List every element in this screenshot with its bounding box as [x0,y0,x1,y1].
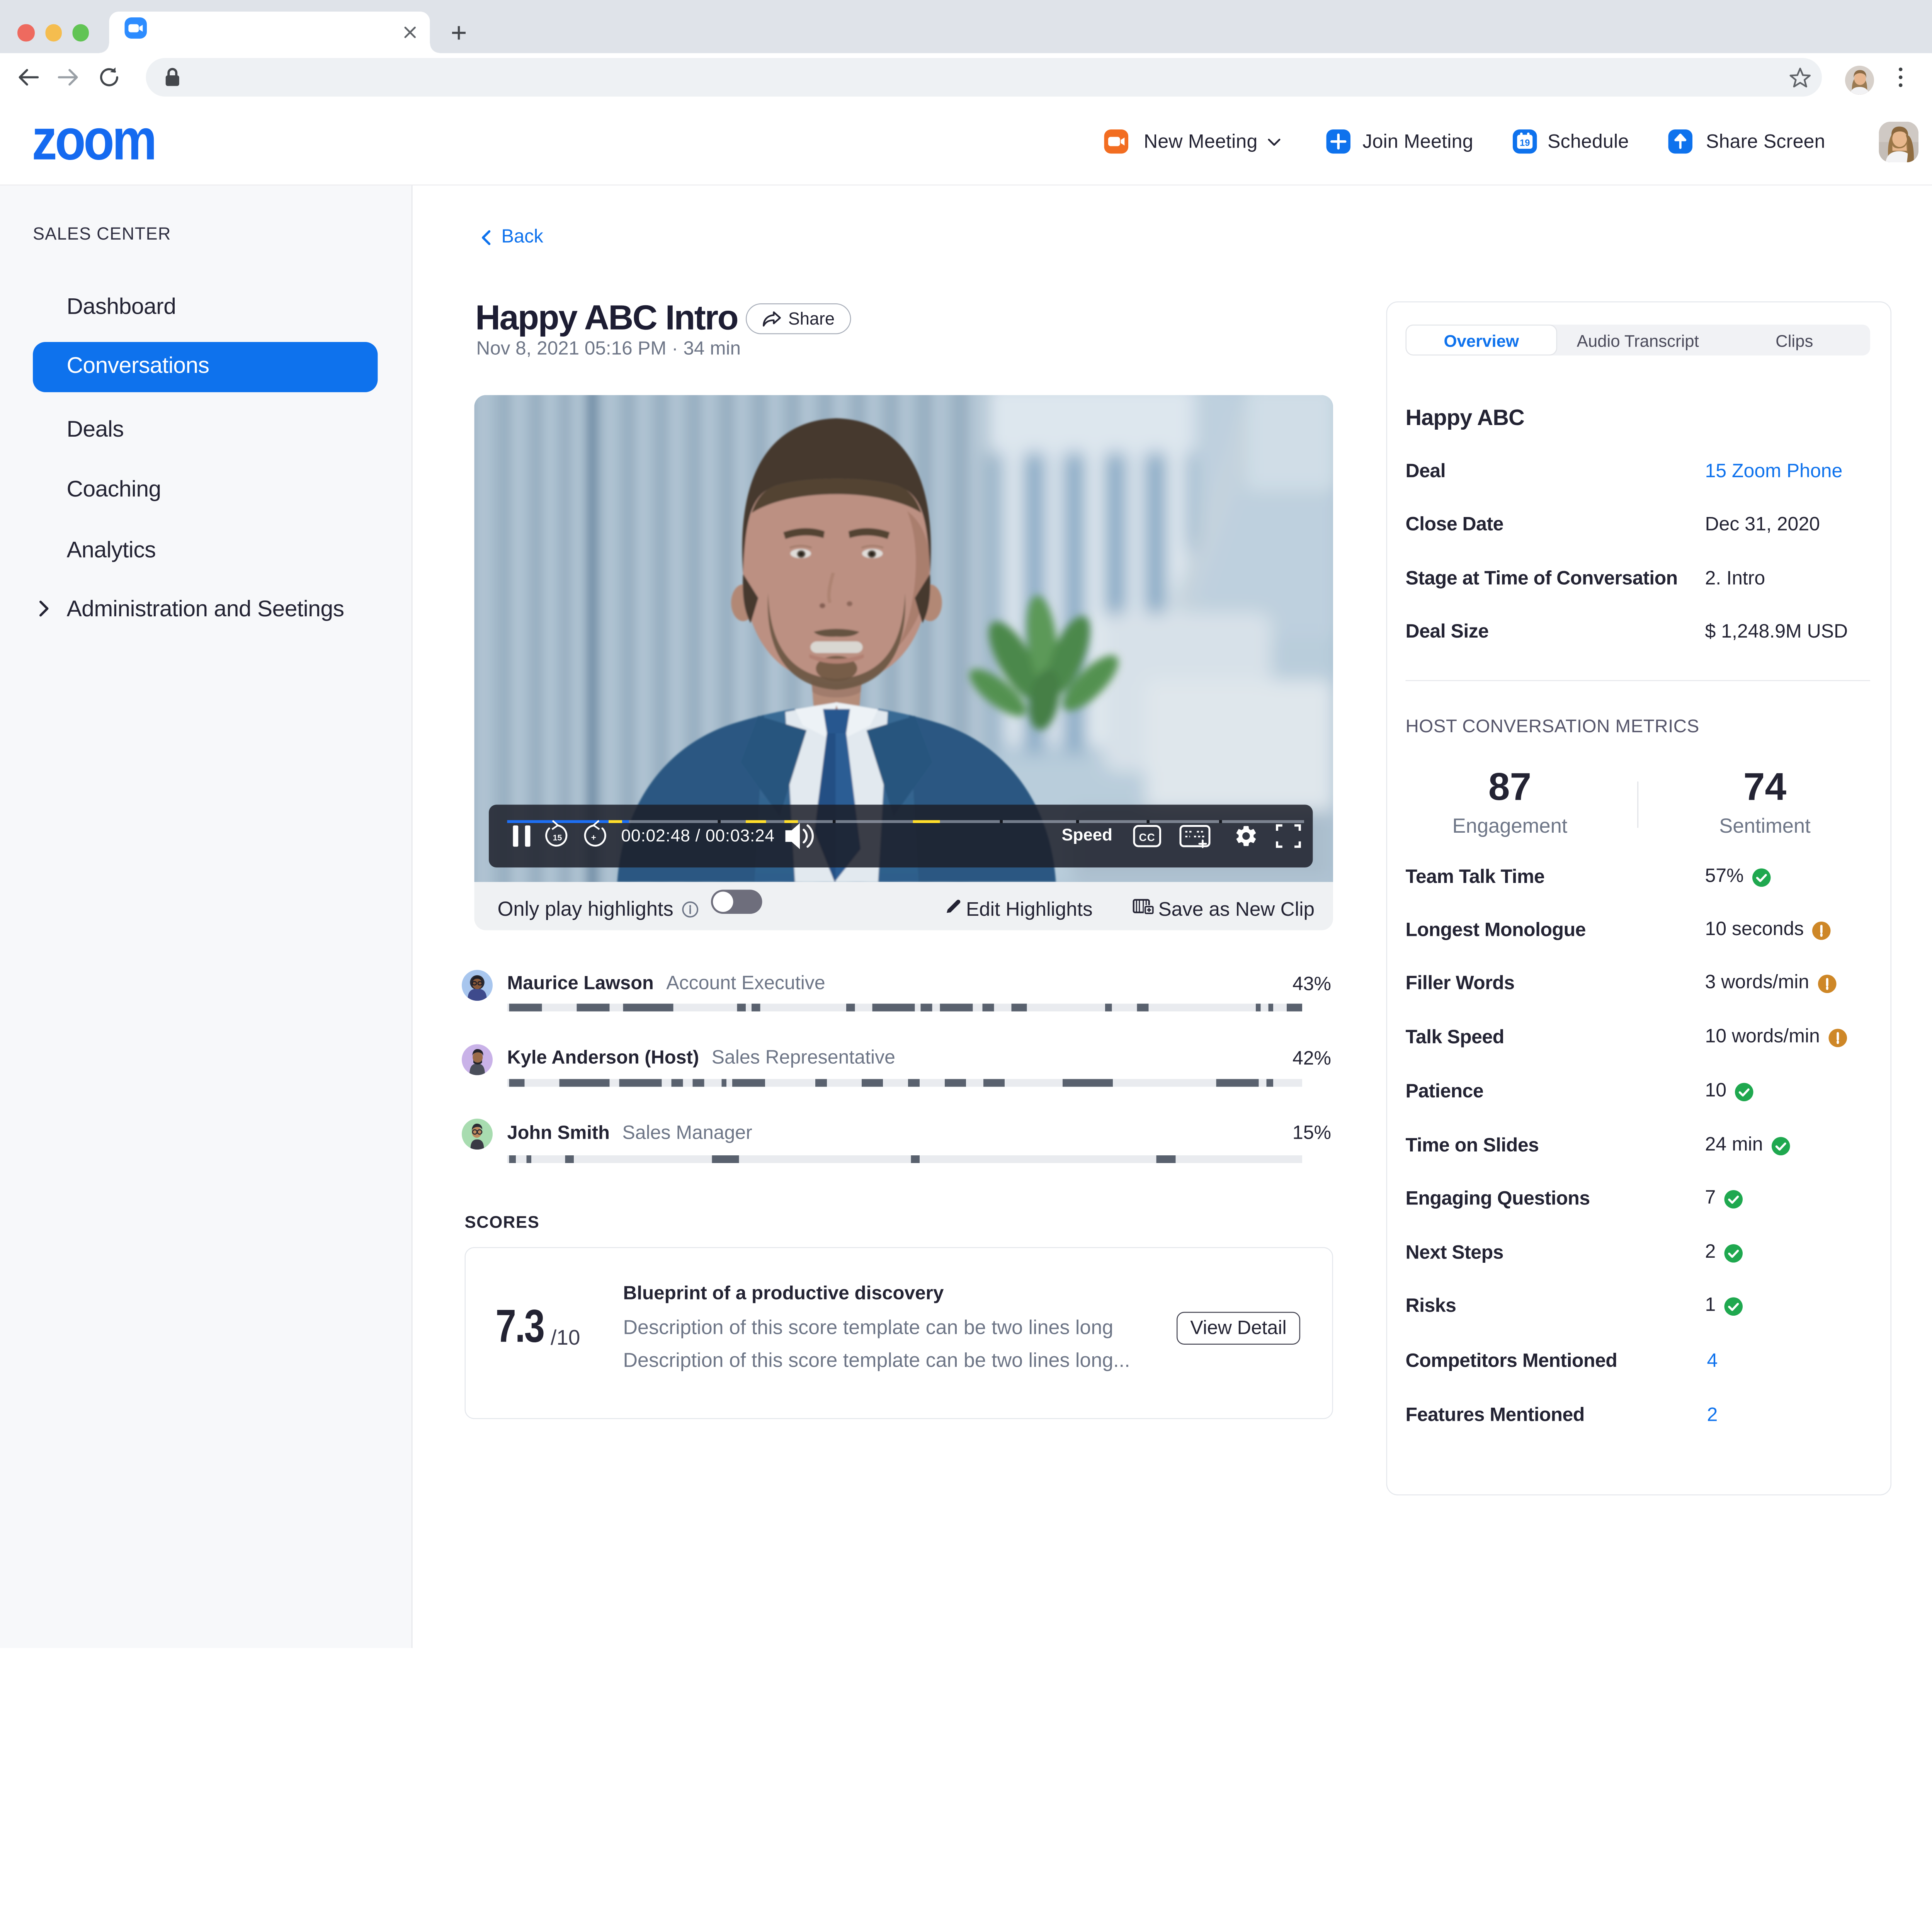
svg-text:19: 19 [1519,137,1529,148]
svg-text:+: + [591,833,596,842]
svg-text:CC: CC [1139,831,1155,843]
svg-text:15: 15 [553,833,562,842]
